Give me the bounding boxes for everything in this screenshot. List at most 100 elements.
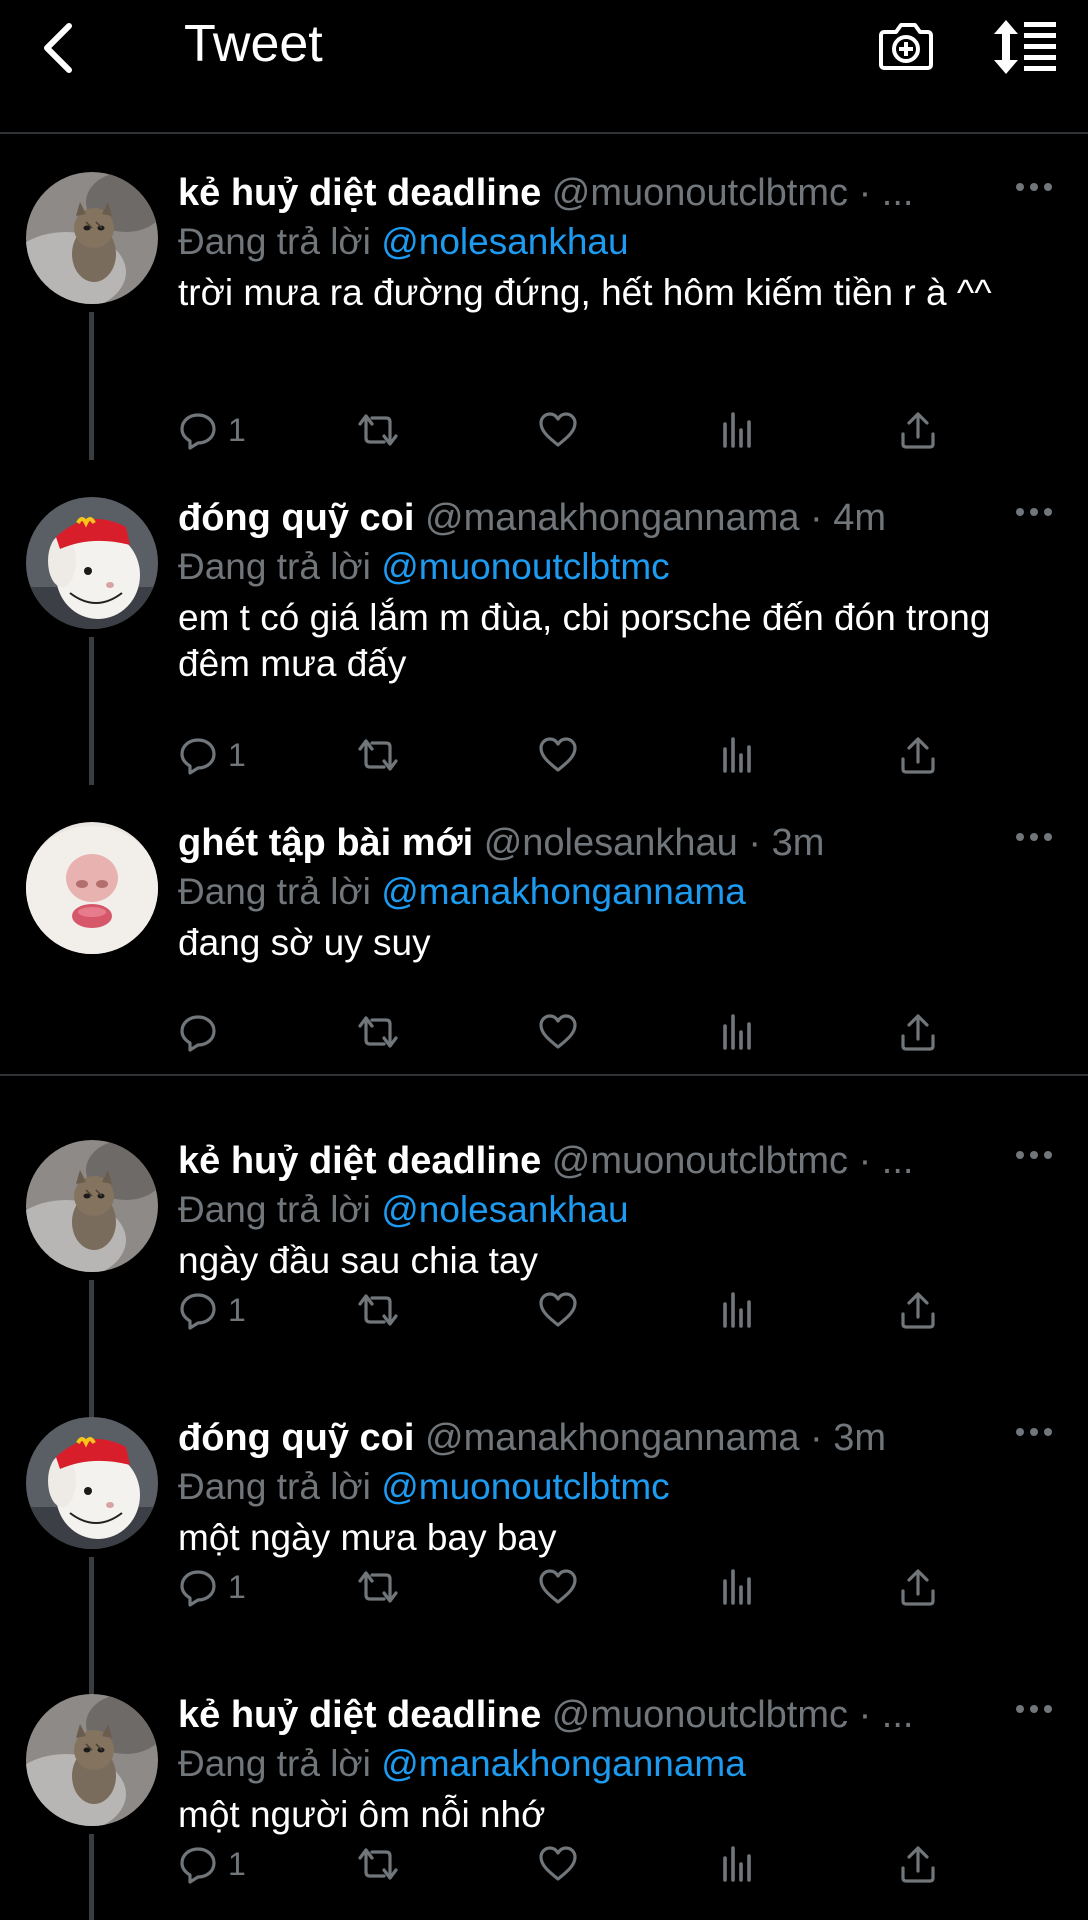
retweet-button[interactable] [358, 408, 398, 452]
mention-link[interactable]: @manakhongannama [381, 871, 746, 912]
share-icon [898, 1844, 938, 1884]
back-button[interactable] [34, 20, 84, 76]
tweet-text: đang sờ uy suy [178, 922, 431, 963]
mention-link[interactable]: @nolesankhau [381, 221, 628, 262]
retweet-icon [358, 735, 398, 775]
tweet-header: đóng quỹ coi @manakhongannama · 3m [178, 1415, 978, 1461]
mention-link[interactable]: @nolesankhau [381, 1189, 628, 1230]
views-button[interactable] [718, 1010, 758, 1054]
like-button[interactable] [538, 1010, 578, 1054]
reply-icon [178, 735, 218, 775]
reply-icon [178, 410, 218, 450]
retweet-button[interactable] [358, 1565, 398, 1609]
reply-count: 1 [228, 411, 246, 448]
heart-icon [538, 1290, 578, 1330]
reply-button[interactable]: 1 [178, 733, 246, 777]
heart-icon [538, 735, 578, 775]
more-options-icon[interactable] [1016, 176, 1052, 198]
bar-chart-icon [718, 410, 758, 450]
heart-icon [538, 1567, 578, 1607]
share-button[interactable] [898, 1842, 938, 1886]
tweet-text: một ngày mưa bay bay [178, 1517, 557, 1558]
avatar[interactable] [26, 822, 158, 954]
display-name[interactable]: đóng quỹ coi [178, 1417, 414, 1459]
reply-button[interactable]: 1 [178, 408, 246, 452]
replying-to-label: Đang trả lời [178, 1743, 382, 1784]
replying-to: Đang trả lời @nolesankhau [178, 220, 629, 264]
avatar[interactable] [26, 1417, 158, 1549]
tweet-header: kẻ huỷ diệt deadline @muonoutclbtmc · ..… [178, 1138, 978, 1184]
share-button[interactable] [898, 1565, 938, 1609]
tweet-header: kẻ huỷ diệt deadline @muonoutclbtmc · ..… [178, 1692, 978, 1738]
share-button[interactable] [898, 1288, 938, 1332]
reply-count: 1 [228, 736, 246, 773]
tweet-item[interactable]: kẻ huỷ diệt deadline @muonoutclbtmc · ..… [0, 140, 1088, 460]
retweet-button[interactable] [358, 1010, 398, 1054]
reply-count: 1 [228, 1291, 246, 1328]
tweet-text: một người ôm nỗi nhớ [178, 1794, 546, 1835]
more-options-icon[interactable] [1016, 1421, 1052, 1443]
more-options-icon[interactable] [1016, 1698, 1052, 1720]
avatar[interactable] [26, 497, 158, 629]
share-button[interactable] [898, 408, 938, 452]
retweet-button[interactable] [358, 1288, 398, 1332]
reply-icon [178, 1844, 218, 1884]
avatar[interactable] [26, 1694, 158, 1826]
reply-icon [178, 1567, 218, 1607]
bar-chart-icon [718, 1290, 758, 1330]
display-name[interactable]: ghét tập bài mới [178, 822, 473, 864]
camera-button[interactable] [876, 16, 936, 76]
display-name[interactable]: kẻ huỷ diệt deadline [178, 1694, 541, 1736]
tweet-header: ghét tập bài mới @nolesankhau · 3m [178, 820, 978, 866]
tweet-item[interactable]: đóng quỹ coi @manakhongannama · 3m Đang t… [0, 1385, 1088, 1705]
display-name[interactable]: đóng quỹ coi [178, 497, 414, 539]
like-button[interactable] [538, 733, 578, 777]
handle-and-time: @nolesankhau · 3m [473, 822, 825, 864]
bar-chart-icon [718, 735, 758, 775]
like-button[interactable] [538, 408, 578, 452]
views-button[interactable] [718, 408, 758, 452]
retweet-button[interactable] [358, 733, 398, 777]
tweet-item[interactable]: đóng quỹ coi @manakhongannama · 4m Đang t… [0, 465, 1088, 785]
mention-link[interactable]: @muonoutclbtmc [381, 546, 669, 587]
more-options-icon[interactable] [1016, 1144, 1052, 1166]
replying-to-label: Đang trả lời [178, 1189, 382, 1230]
camera-add-icon [879, 23, 933, 70]
like-button[interactable] [538, 1565, 578, 1609]
views-button[interactable] [718, 1288, 758, 1332]
share-button[interactable] [898, 733, 938, 777]
mention-link[interactable]: @manakhongannama [381, 1743, 746, 1784]
thread-connector-line [89, 312, 94, 460]
reply-button[interactable]: 1 [178, 1288, 246, 1332]
mention-link[interactable]: @muonoutclbtmc [381, 1466, 669, 1507]
share-icon [898, 410, 938, 450]
more-options-icon[interactable] [1016, 826, 1052, 848]
reply-icon [178, 1290, 218, 1330]
avatar[interactable] [26, 172, 158, 304]
more-options-icon[interactable] [1016, 501, 1052, 523]
page-title: Tweet [184, 15, 323, 73]
thread-connector-line [89, 637, 94, 785]
chevron-left-icon [44, 23, 72, 73]
avatar[interactable] [26, 1140, 158, 1272]
tweet-item[interactable]: kẻ huỷ diệt deadline @muonoutclbtmc · ..… [0, 1108, 1088, 1428]
display-name[interactable]: kẻ huỷ diệt deadline [178, 1140, 541, 1182]
like-button[interactable] [538, 1288, 578, 1332]
reply-button[interactable]: 1 [178, 1842, 246, 1886]
reply-button[interactable]: 1 [178, 1565, 246, 1609]
retweet-icon [358, 1290, 398, 1330]
reply-count: 1 [228, 1845, 246, 1882]
views-button[interactable] [718, 1842, 758, 1886]
share-button[interactable] [898, 1010, 938, 1054]
views-button[interactable] [718, 733, 758, 777]
retweet-icon [358, 1844, 398, 1884]
share-icon [898, 1290, 938, 1330]
reply-button[interactable] [178, 1010, 218, 1054]
tweet-header: đóng quỹ coi @manakhongannama · 4m [178, 495, 978, 541]
tweet-text: ngày đầu sau chia tay [178, 1240, 538, 1281]
views-button[interactable] [718, 1565, 758, 1609]
sort-button[interactable] [992, 16, 1058, 76]
display-name[interactable]: kẻ huỷ diệt deadline [178, 172, 541, 214]
like-button[interactable] [538, 1842, 578, 1886]
retweet-button[interactable] [358, 1842, 398, 1886]
